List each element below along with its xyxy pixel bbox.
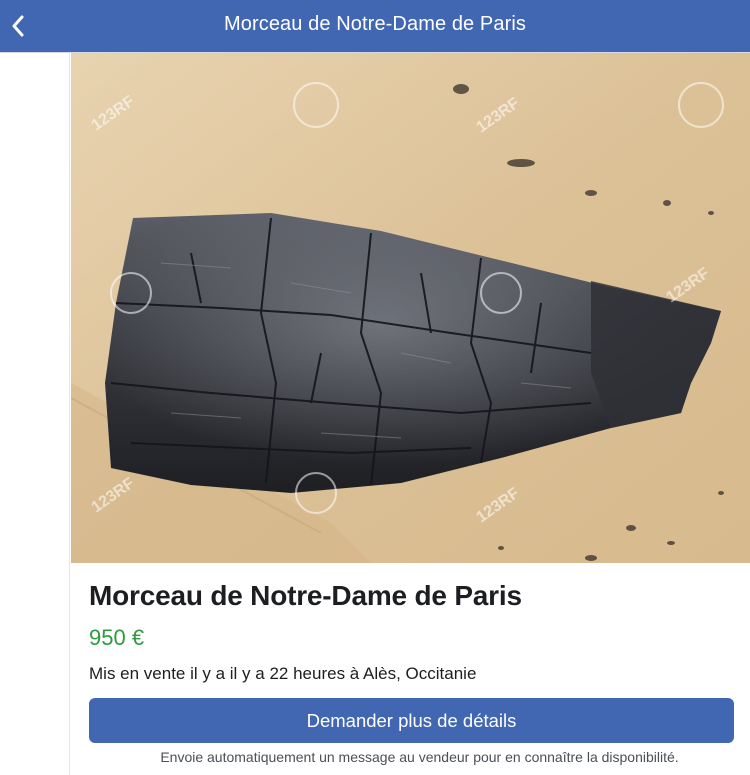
listing-photo[interactable]: 123RF 123RF 123RF 123RF 123RF — [71, 53, 750, 563]
page-title: Morceau de Notre-Dame de Paris — [223, 13, 526, 35]
charred-wood-illustration: 123RF 123RF 123RF 123RF 123RF — [71, 53, 750, 563]
listing-details: Morceau de Notre-Dame de Paris 950 € Mis… — [71, 563, 750, 775]
listing-meta: Mis en vente il y a il y a 22 heures à A… — [89, 664, 477, 683]
listing-title: Morceau de Notre-Dame de Paris — [89, 580, 522, 611]
ask-details-button[interactable]: Demander plus de détails — [89, 698, 734, 743]
listing-price: 950 € — [89, 625, 145, 650]
left-gutter — [0, 53, 70, 775]
cta-note: Envoie automatiquement un message au ven… — [160, 749, 679, 765]
top-bar: Morceau de Notre-Dame de Paris — [0, 0, 750, 52]
